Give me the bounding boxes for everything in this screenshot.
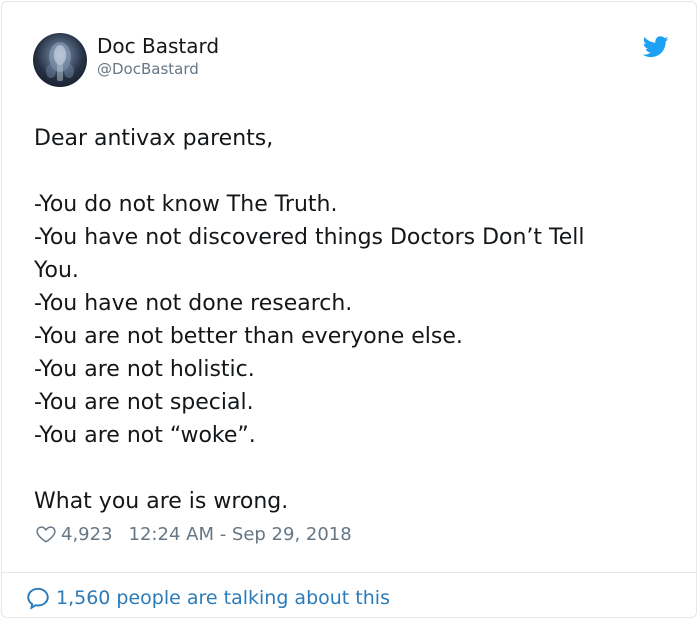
- tweet-text: Dear antivax parents, -You do not know T…: [34, 122, 664, 518]
- display-name[interactable]: Doc Bastard: [97, 34, 219, 58]
- tweet-card: Doc Bastard @DocBastard Dear antivax par…: [1, 1, 697, 618]
- talking-label[interactable]: 1,560 people are talking about this: [56, 587, 390, 609]
- xray-avatar-image: [46, 42, 74, 81]
- avatar[interactable]: [33, 33, 87, 87]
- heart-icon[interactable]: [35, 523, 57, 545]
- tweet-line: Dear antivax parents,: [34, 126, 274, 151]
- like-count[interactable]: 4,923: [61, 524, 113, 545]
- tweet-line: -You have not discovered things Doctors …: [34, 225, 585, 250]
- user-handle[interactable]: @DocBastard: [97, 60, 199, 78]
- twitter-bird-icon[interactable]: [643, 36, 669, 58]
- talking-about-link[interactable]: 1,560 people are talking about this: [25, 585, 390, 611]
- divider: [2, 572, 696, 573]
- speech-bubble-icon: [27, 587, 49, 610]
- timestamp[interactable]: 12:24 AM - Sep 29, 2018: [129, 524, 352, 545]
- tweet-line: -You do not know The Truth.: [34, 192, 338, 217]
- tweet-meta: 4,923 12:24 AM - Sep 29, 2018: [35, 522, 352, 546]
- tweet-line: -You are not special.: [34, 390, 254, 415]
- tweet-line: -You are not better than everyone else.: [34, 324, 463, 349]
- tweet-line: You.: [34, 258, 79, 283]
- tweet-line: -You are not holistic.: [34, 357, 255, 382]
- tweet-line: What you are is wrong.: [34, 489, 289, 514]
- tweet-line: -You are not “woke”.: [34, 423, 256, 448]
- tweet-line: -You have not done research.: [34, 291, 353, 316]
- tweet-line: [34, 155, 664, 188]
- tweet-line: [34, 452, 664, 485]
